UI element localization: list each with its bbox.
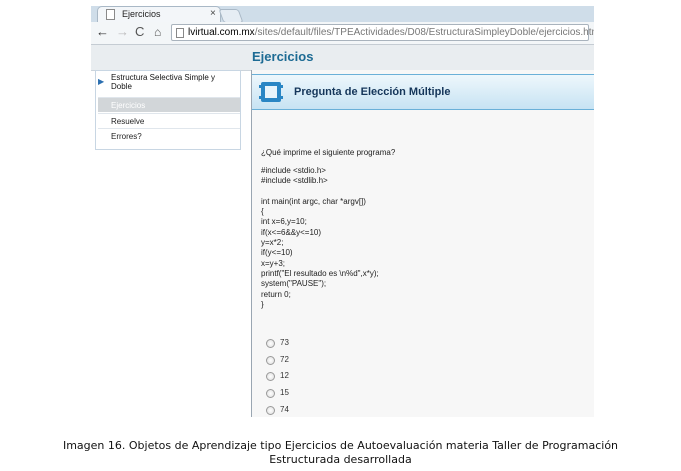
- option-label: 74: [280, 405, 289, 414]
- sidebar-heading[interactable]: Estructura Selectiva Simple y Doble: [111, 73, 236, 91]
- option-label: 73: [280, 338, 289, 347]
- option-label: 72: [280, 355, 289, 364]
- browser-tab[interactable]: Ejercicios ×: [97, 6, 221, 22]
- new-tab-button[interactable]: [218, 9, 244, 23]
- page-icon: [106, 9, 115, 20]
- url-host: lvirtual.com.mx: [188, 27, 255, 38]
- tab-bar: Ejercicios ×: [91, 6, 594, 23]
- sidebar-item-errores[interactable]: Errores?: [98, 128, 240, 143]
- close-tab-icon[interactable]: ×: [210, 8, 216, 19]
- sidebar-item-resuelve[interactable]: Resuelve: [98, 113, 240, 128]
- page-title: Ejercicios: [252, 49, 314, 64]
- sidebar: ▶ Estructura Selectiva Simple y Doble Ej…: [95, 70, 241, 150]
- question-frame-icon: [259, 82, 283, 102]
- radio-button[interactable]: [266, 356, 275, 365]
- radio-button[interactable]: [266, 339, 275, 348]
- option-label: 12: [280, 371, 289, 380]
- figure-caption: Imagen 16. Objetos de Aprendizaje tipo E…: [0, 439, 681, 467]
- page-header: Ejercicios: [91, 45, 594, 71]
- sidebar-item-ejercicios[interactable]: Ejercicios: [98, 97, 240, 112]
- url-text: lvirtual.com.mx/sites/default/files/TPEA…: [188, 27, 594, 38]
- browser-toolbar: ← → C ⌂ lvirtual.com.mx/sites/default/fi…: [91, 22, 594, 45]
- caption-line-1: Imagen 16. Objetos de Aprendizaje tipo E…: [62, 439, 619, 452]
- exercise-content: Pregunta de Elección Múltiple ¿Qué impri…: [251, 70, 594, 417]
- question-banner: Pregunta de Elección Múltiple: [252, 74, 594, 110]
- code-listing: #include <stdio.h> #include <stdlib.h> i…: [261, 166, 379, 309]
- banner-title: Pregunta de Elección Múltiple: [294, 86, 451, 98]
- radio-button[interactable]: [266, 389, 275, 398]
- screenshot-frame: Ejercicios × ← → C ⌂ lvirtual.com.mx/sit…: [91, 6, 594, 417]
- radio-button[interactable]: [266, 406, 275, 415]
- reload-button[interactable]: C: [135, 24, 144, 40]
- forward-button[interactable]: →: [116, 24, 129, 40]
- address-bar[interactable]: lvirtual.com.mx/sites/default/files/TPEA…: [171, 24, 594, 41]
- home-button[interactable]: ⌂: [154, 24, 161, 40]
- caption-line-2: Estructurada desarrollada: [269, 453, 412, 466]
- tab-title: Ejercicios: [122, 9, 161, 19]
- page-icon: [176, 28, 184, 38]
- radio-button[interactable]: [266, 372, 275, 381]
- url-path: /sites/default/files/TPEActividades/D08/…: [254, 27, 594, 38]
- option-label: 15: [280, 388, 289, 397]
- back-button[interactable]: ←: [96, 24, 109, 40]
- play-arrow-icon: ▶: [98, 77, 105, 86]
- question-text: ¿Qué imprime el siguiente programa?: [261, 148, 396, 157]
